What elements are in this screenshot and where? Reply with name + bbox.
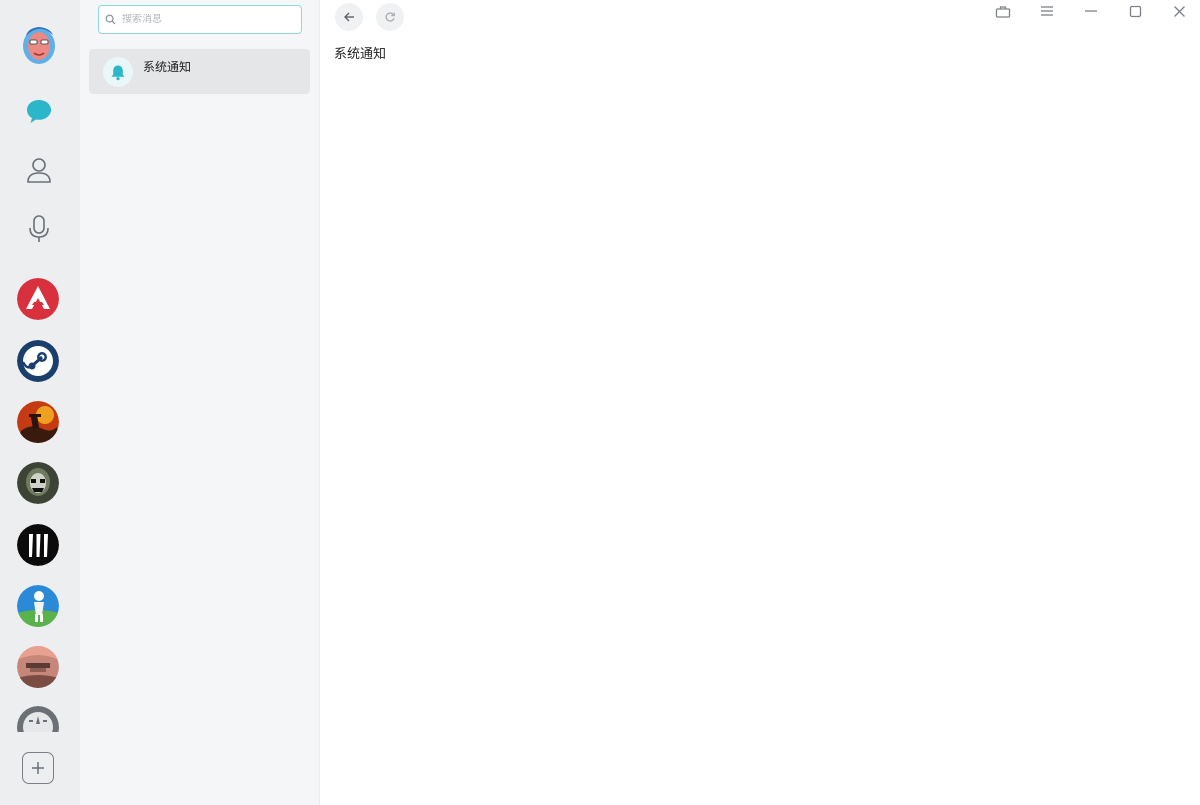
call-of-duty-icon[interactable] [17, 462, 59, 504]
microphone-icon[interactable] [24, 214, 54, 244]
close-button[interactable] [1164, 0, 1194, 22]
minimize-icon [1085, 10, 1097, 12]
minimize-button[interactable] [1076, 0, 1106, 22]
plus-icon [32, 762, 44, 774]
more-game-icon[interactable] [17, 706, 59, 732]
back-button[interactable] [335, 3, 363, 31]
menu-button[interactable] [1032, 0, 1062, 22]
golf-game-icon[interactable] [17, 585, 59, 627]
apex-legends-icon[interactable] [17, 278, 59, 320]
search-input[interactable] [122, 14, 292, 25]
bell-icon [103, 57, 133, 87]
user-icon[interactable] [24, 155, 54, 185]
toolbox-icon [995, 5, 1011, 18]
maximize-icon [1129, 5, 1141, 17]
main-panel: 系统通知 [321, 0, 1200, 805]
hamburger-icon [1041, 6, 1053, 16]
search-box[interactable] [98, 5, 302, 34]
refresh-icon [385, 12, 395, 22]
maximize-button[interactable] [1120, 0, 1150, 22]
toolbox-button[interactable] [988, 0, 1018, 22]
three-bars-game-icon[interactable] [17, 524, 59, 566]
user-avatar[interactable] [20, 22, 58, 66]
add-game-button[interactable] [22, 752, 54, 784]
conversation-item-system-notice[interactable]: 系统通知 [89, 49, 310, 94]
close-icon [1173, 5, 1185, 17]
conversation-name: 系统通知 [143, 60, 192, 74]
left-rail [0, 0, 80, 805]
page-title: 系统通知 [334, 47, 387, 62]
conversation-panel: 系统通知 [80, 0, 320, 805]
steam-icon[interactable] [17, 340, 59, 382]
red-dead-redemption-icon[interactable] [17, 401, 59, 443]
chat-bubble-icon[interactable] [24, 96, 54, 126]
arrow-left-icon [344, 12, 354, 22]
gta-v-icon[interactable] [17, 646, 59, 688]
search-icon [105, 14, 116, 25]
refresh-button[interactable] [376, 3, 404, 31]
